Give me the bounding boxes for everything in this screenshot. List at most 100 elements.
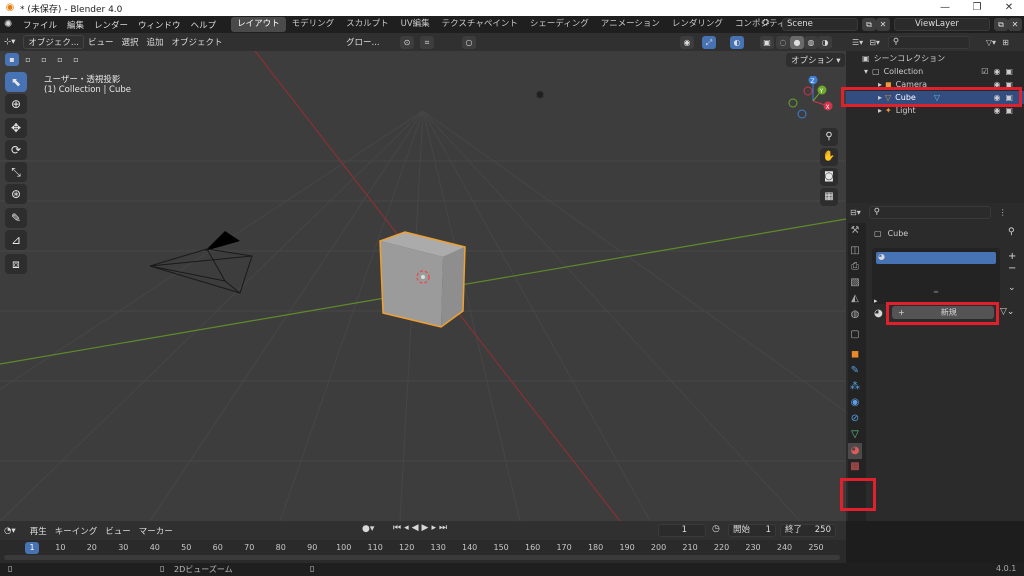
zoom-icon[interactable]: ⚲: [820, 128, 838, 146]
material-shading-icon[interactable]: ◍: [804, 36, 818, 49]
workspace-tab-modeling[interactable]: モデリング: [286, 17, 341, 32]
snap-icon[interactable]: ⌗: [420, 36, 434, 49]
playback-controls[interactable]: ⏮◂◀▶▸⏭: [393, 523, 450, 533]
scale-icon[interactable]: ⤡: [5, 162, 27, 182]
add-cube-icon[interactable]: ⧈: [5, 254, 27, 274]
move-icon[interactable]: ✥: [5, 118, 27, 138]
pan-hand-icon[interactable]: ✋: [820, 148, 838, 166]
constraints-tab-icon[interactable]: ⊘: [848, 411, 862, 427]
material-slot-selected[interactable]: ◕: [876, 252, 996, 264]
outliner-search-input[interactable]: ⚲: [887, 35, 970, 49]
outliner-scene-collection[interactable]: ▣ シーンコレクション: [846, 52, 1024, 65]
menu-view[interactable]: ビュー: [84, 36, 118, 48]
preview-range-icon[interactable]: ◷: [712, 524, 720, 534]
select-box-icon[interactable]: ⬉: [5, 72, 27, 92]
link-type-icon[interactable]: ▽⌄: [1000, 307, 1014, 317]
solid-shading-icon[interactable]: ●: [790, 36, 804, 49]
transform-orientation-selector[interactable]: グロー...: [342, 36, 384, 48]
menu-file[interactable]: ファイル: [18, 19, 62, 31]
close-button[interactable]: ✕: [994, 0, 1024, 16]
annotate-icon[interactable]: ✎: [5, 208, 27, 228]
light-visibility-icons[interactable]: ◉▣: [993, 106, 1018, 115]
particles-tab-icon[interactable]: ⁂: [848, 379, 862, 395]
measure-icon[interactable]: ⊿: [5, 230, 27, 250]
menu-keying[interactable]: キーイング: [51, 525, 102, 537]
perspective-toggle-icon[interactable]: ▦: [820, 188, 838, 206]
workspace-tab-texture-paint[interactable]: テクスチャペイント: [436, 17, 524, 32]
menu-window[interactable]: ウィンドウ: [133, 19, 186, 31]
scene-tab-icon[interactable]: ◭: [848, 291, 862, 307]
workspace-tab-layout[interactable]: レイアウト: [231, 17, 286, 32]
select-intersect-icon[interactable]: ▫: [69, 53, 83, 66]
transform-icon[interactable]: ⊛: [5, 184, 27, 204]
new-collection-icon[interactable]: ⊞: [1002, 38, 1009, 47]
workspace-tab-uv[interactable]: UV編集: [395, 17, 436, 32]
timeline-scrollbar[interactable]: [4, 555, 840, 560]
object-tab-icon[interactable]: ◼: [848, 347, 862, 363]
new-viewlayer-icon[interactable]: ⧉: [994, 18, 1008, 31]
proportional-edit-icon[interactable]: ○: [462, 36, 476, 49]
select-new-icon[interactable]: ▪: [5, 53, 19, 66]
filter-icon[interactable]: ▽▾: [986, 38, 996, 47]
wireframe-shading-icon[interactable]: ◌: [776, 36, 790, 49]
visibility-icon[interactable]: ◉: [680, 36, 694, 49]
rendered-shading-icon[interactable]: ◑: [818, 36, 832, 49]
timeline-editor-icon[interactable]: ◔▾: [0, 526, 20, 536]
physics-tab-icon[interactable]: ◉: [848, 395, 862, 411]
material-slot-list[interactable]: ◕ ═: [872, 248, 1000, 304]
menu-select[interactable]: 選択: [118, 36, 143, 48]
menu-object[interactable]: オブジェクト: [168, 36, 227, 48]
maximize-button[interactable]: ❐: [962, 0, 992, 16]
workspace-tab-rendering[interactable]: レンダリング: [666, 17, 729, 32]
render-tab-icon[interactable]: ◫: [848, 243, 862, 259]
texture-tab-icon[interactable]: ▩: [848, 459, 862, 475]
delete-scene-icon[interactable]: ✕: [876, 18, 890, 31]
slot-menu-icon[interactable]: ⌄: [1008, 283, 1016, 293]
camera-object[interactable]: [145, 221, 265, 301]
delete-viewlayer-icon[interactable]: ✕: [1008, 18, 1022, 31]
gizmo-toggle-icon[interactable]: ⤢: [702, 36, 716, 49]
properties-editor-icon[interactable]: ⊟▾: [850, 208, 861, 217]
collection-visibility-icons[interactable]: ☑◉▣: [981, 67, 1018, 76]
auto-key-icon[interactable]: ●▾: [362, 524, 374, 534]
outliner-collection-row[interactable]: ▾ ▢ Collection ☑◉▣: [846, 65, 1024, 78]
minimize-button[interactable]: —: [930, 0, 960, 16]
select-subtract-icon[interactable]: ▫: [37, 53, 51, 66]
modifier-tab-icon[interactable]: ✎: [848, 363, 862, 379]
material-browse-icon[interactable]: ◕: [874, 308, 883, 319]
blender-menu-icon[interactable]: ✺: [4, 19, 18, 30]
menu-help[interactable]: ヘルプ: [186, 19, 222, 31]
list-resize-handle[interactable]: ═: [872, 288, 1000, 296]
navigation-gizmo[interactable]: Z Y X: [788, 76, 838, 126]
properties-options-icon[interactable]: ⋮: [999, 208, 1007, 217]
overlay-toggle-icon[interactable]: ◐: [730, 36, 744, 49]
end-frame-field[interactable]: 終了 250: [780, 524, 836, 537]
properties-search-input[interactable]: ⚲: [868, 205, 991, 219]
cursor-icon[interactable]: ⊕: [5, 94, 27, 114]
viewlayer-selector[interactable]: ViewLayer: [894, 18, 990, 31]
collection-tab-icon[interactable]: ▢: [848, 327, 862, 343]
select-invert-icon[interactable]: ▫: [53, 53, 67, 66]
workspace-tab-shading[interactable]: シェーディング: [524, 17, 595, 32]
tool-tab-icon[interactable]: ⚒: [848, 223, 862, 239]
display-mode-icon[interactable]: ⊟▾: [869, 38, 880, 47]
editor-type-icon[interactable]: ⊹▾: [0, 37, 19, 47]
scene-selector[interactable]: Scene: [782, 18, 858, 31]
workspace-tab-animation[interactable]: アニメーション: [595, 17, 666, 32]
output-tab-icon[interactable]: ⎙: [848, 259, 862, 275]
menu-add[interactable]: 追加: [143, 36, 168, 48]
select-extend-icon[interactable]: ▫: [21, 53, 35, 66]
start-frame-field[interactable]: 開始 1: [728, 524, 776, 537]
material-tab-icon[interactable]: ◕: [848, 443, 862, 459]
remove-slot-icon[interactable]: −: [1008, 263, 1016, 274]
outliner-editor-icon[interactable]: ☰▾: [852, 38, 863, 47]
rotate-icon[interactable]: ⟳: [5, 140, 27, 160]
view-layer-tab-icon[interactable]: ▧: [848, 275, 862, 291]
menu-marker[interactable]: マーカー: [135, 525, 177, 537]
workspace-tab-sculpt[interactable]: スカルプト: [340, 17, 395, 32]
world-tab-icon[interactable]: ◍: [848, 307, 862, 323]
timeline-menu-view[interactable]: ビュー: [101, 525, 135, 537]
options-button[interactable]: オプション ▾: [786, 53, 846, 67]
data-tab-icon[interactable]: ▽: [848, 427, 862, 443]
pin-icon[interactable]: ⚲: [1008, 227, 1015, 237]
